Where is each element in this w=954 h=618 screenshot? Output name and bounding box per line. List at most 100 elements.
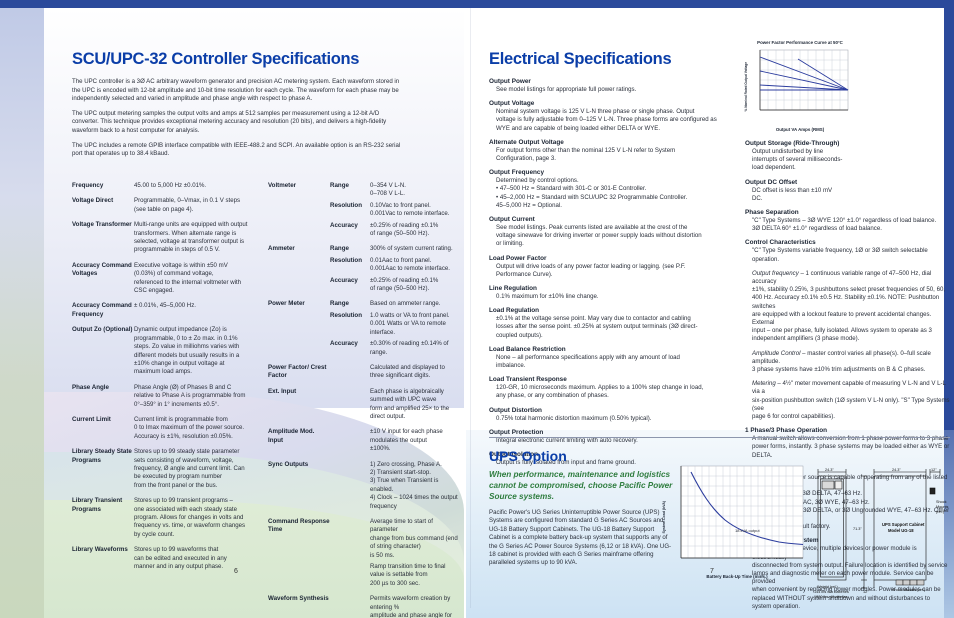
- chart-title: Power Factor Performance Curve at 50°C: [757, 40, 843, 45]
- spec-row: Sync Outputs 1) Zero crossing, Phase A. 2)…: [268, 461, 458, 518]
- ups-option-section: UPS Option When performance, maintenance…: [489, 448, 674, 568]
- spec-subterm: [330, 595, 370, 618]
- spec-value: Stores up to 99 transient programs – one …: [134, 497, 246, 538]
- spec-term: [268, 257, 330, 277]
- spec-row: Library Transient Programs Stores up to 9…: [72, 497, 264, 546]
- chart-y-axis-label: System Load (kVA): [662, 501, 666, 534]
- weight-note-line1: Weight (ref.): [817, 585, 839, 589]
- spec-section-body: 120-GR, 10 microseconds maximum. Applies…: [496, 384, 704, 400]
- spec-section-body: Integral electronic current limiting wit…: [496, 436, 638, 444]
- spec-term: Accuracy Command Voltages: [72, 261, 132, 278]
- intro-text: The UPC controller is a 3Ø AC arbitrary …: [72, 78, 402, 159]
- spec-row: Amplitude Mod. Input ±10 V input for each…: [268, 428, 458, 460]
- spec-term: Library Waveforms: [72, 546, 128, 554]
- spec-subterm: Range: [330, 245, 349, 253]
- spec-subterm: Accuracy: [330, 221, 358, 229]
- spec-term: Amplitude Mod. Input: [268, 428, 315, 444]
- spec-value: 45.00 to 5,000 Hz ±0.01%.: [134, 182, 207, 189]
- intro-paragraph: The UPC includes a remote GPIB interface…: [72, 141, 401, 158]
- spec-row: Ext. Input Each phase is algebraically su…: [268, 388, 458, 429]
- page-number-left: 6: [234, 568, 238, 575]
- spec-term: [268, 222, 330, 246]
- spec-row: Phase Angle Phase Angle (Ø) of Phases B a…: [72, 384, 264, 416]
- dimension-height: 71.3": [853, 527, 862, 531]
- spec-section-body: "C" Type Systems variable frequency, 1Ø …: [752, 247, 928, 263]
- spec-term: Power Factor/ Crest Factor: [268, 363, 327, 380]
- spec-subterm: [330, 428, 370, 460]
- weight-note-line3: 1000 lbs w/batteries: [814, 595, 848, 599]
- spec-value: 0.01Aac to front panel. 0.001Aac to remot…: [370, 256, 450, 273]
- spec-term: Voltage Direct: [72, 197, 114, 205]
- spec-section-body: Amplitude Control – master control varie…: [752, 349, 931, 374]
- spec-section-title: Output Power: [489, 78, 531, 85]
- spec-term: Ext. Input: [268, 387, 297, 395]
- spec-value: 1) Zero crossing, Phase A. 2) Transient s…: [370, 460, 458, 510]
- spec-section-title: Load Regulation: [489, 307, 540, 315]
- spec-section-body: A manual switch allows conversion from 1…: [752, 435, 950, 459]
- shock-mounts-bottom-note: Shock Mounts (ref.): [892, 588, 926, 592]
- spec-section-title: Output DC Offset: [745, 178, 798, 186]
- electrical-specifications: Electrical Specifications Output Power Se…: [489, 50, 737, 473]
- spec-table: Frequency 45.00 to 5,000 Hz ±0.01%. Voltag…: [72, 182, 264, 578]
- spec-row: Accuracy ±0.25% of reading ±0.1% of range …: [268, 277, 458, 301]
- spec-subterm: Resolution: [330, 256, 362, 264]
- spec-row: Accuracy Command Voltages Executive volta…: [72, 262, 264, 303]
- spec-subterm: [330, 518, 370, 563]
- spec-section-title: Control Characteristics: [745, 239, 816, 247]
- spec-value: Ramp transition time to final value is s…: [370, 563, 446, 587]
- spec-row: Voltage Transformer Multi-range units are…: [72, 221, 264, 262]
- spec-value: Based on ammeter range.: [370, 300, 441, 308]
- spec-section-title: Output Distortion: [489, 406, 542, 414]
- spec-section-title: Output Storage (Ride-Through): [745, 140, 840, 147]
- spec-section-body: ±0.1% at the voltage sense point. May va…: [496, 315, 698, 339]
- spec-value: Current limit is programmable from 0 to I…: [134, 415, 245, 440]
- spec-term: Frequency: [72, 182, 104, 189]
- spec-term: Ammeter: [268, 245, 295, 253]
- spec-term: Library Transient Programs: [72, 497, 123, 513]
- spec-row: Accuracy ±0.30% of reading ±0.14% of rang…: [268, 340, 458, 364]
- spec-value: Stores up to 99 steady state parameter se…: [134, 448, 245, 489]
- spec-term: [268, 340, 330, 364]
- cabinet-label-line1: UPS Support Cabinet: [882, 522, 925, 527]
- spec-term: Sync Outputs: [268, 460, 309, 468]
- spec-value: 0–354 V L-N. 0–708 V L-L.: [370, 182, 406, 198]
- dimension-width-right: 24.3": [892, 468, 901, 472]
- spec-section-title: Output Current: [489, 216, 535, 224]
- decorative-left-strip: [0, 0, 44, 618]
- spec-row: Voltage Direct Programmable, 0–Vmax, in 0…: [72, 197, 264, 221]
- spec-section-body: Output frequency – 1 continuous variable…: [752, 269, 946, 343]
- decorative-top-band: [0, 0, 954, 8]
- spec-table-column-2: Voltmeter Range 0–354 V L-N. 0–708 V L-L. Re…: [268, 182, 458, 618]
- spec-term: Command Response Time: [268, 518, 330, 534]
- chart-x-axis-label: Output VA Amps (RMS): [775, 127, 825, 132]
- spec-row: Power Meter Range Based on ammeter range.: [268, 300, 458, 311]
- spec-subterm: Range: [330, 300, 349, 308]
- spec-value: Multi-range units are equipped with outp…: [134, 221, 248, 254]
- section-divider: [489, 437, 950, 438]
- spec-section-title: Line Regulation: [489, 285, 537, 293]
- spec-section-title: Output Voltage: [489, 100, 535, 108]
- spec-section-body: 0.1% maximum for ±10% line change.: [496, 293, 599, 301]
- spec-section-body: "C" Type Systems – 3Ø WYE 120° ±1.0° reg…: [752, 217, 937, 233]
- spec-section-body: 0.75% total harmonic distortion maximum …: [496, 414, 652, 422]
- spec-section-body: For output forms other than the nominal …: [496, 146, 676, 163]
- ups-tagline: When performance, maintenance and logist…: [489, 470, 673, 501]
- spec-value: ±0.30% of reading ±0.14% of range.: [370, 340, 449, 356]
- intro-paragraph: The UPC output metering samples the outp…: [72, 109, 387, 134]
- spec-subterm: Accuracy: [330, 340, 358, 348]
- spec-term: Output Zo (Optional): [72, 326, 133, 334]
- spec-value: ±0.25% of reading ±0.1% of range (50–500 …: [370, 276, 439, 293]
- spec-subterm: [330, 563, 370, 595]
- spec-row: Voltmeter Range 0–354 V L-N. 0–708 V L-L.: [268, 182, 458, 202]
- spec-term: Current Limit: [72, 415, 111, 423]
- spec-section-title: 1 Phase/3 Phase Operation: [745, 427, 828, 435]
- spec-row: Frequency 45.00 to 5,000 Hz ±0.01%.: [72, 182, 264, 197]
- spec-row: Ramp transition time to final value is s…: [268, 563, 458, 595]
- spec-row: Accuracy ±0.25% of reading ±0.1% of range …: [268, 222, 458, 246]
- battery-backup-chart: System Load (kVA) 18 kVA output Battery …: [662, 462, 812, 579]
- chart-x-axis-label: Battery Back-Up Time (mins.): [706, 574, 768, 579]
- spec-row: Ammeter Range 300% of system current ratin…: [268, 245, 458, 256]
- spec-section-title: Output Frequency: [489, 169, 545, 177]
- spec-term: Accuracy Command Frequency: [72, 302, 132, 318]
- section-title-electrical: Electrical Specifications: [489, 50, 672, 68]
